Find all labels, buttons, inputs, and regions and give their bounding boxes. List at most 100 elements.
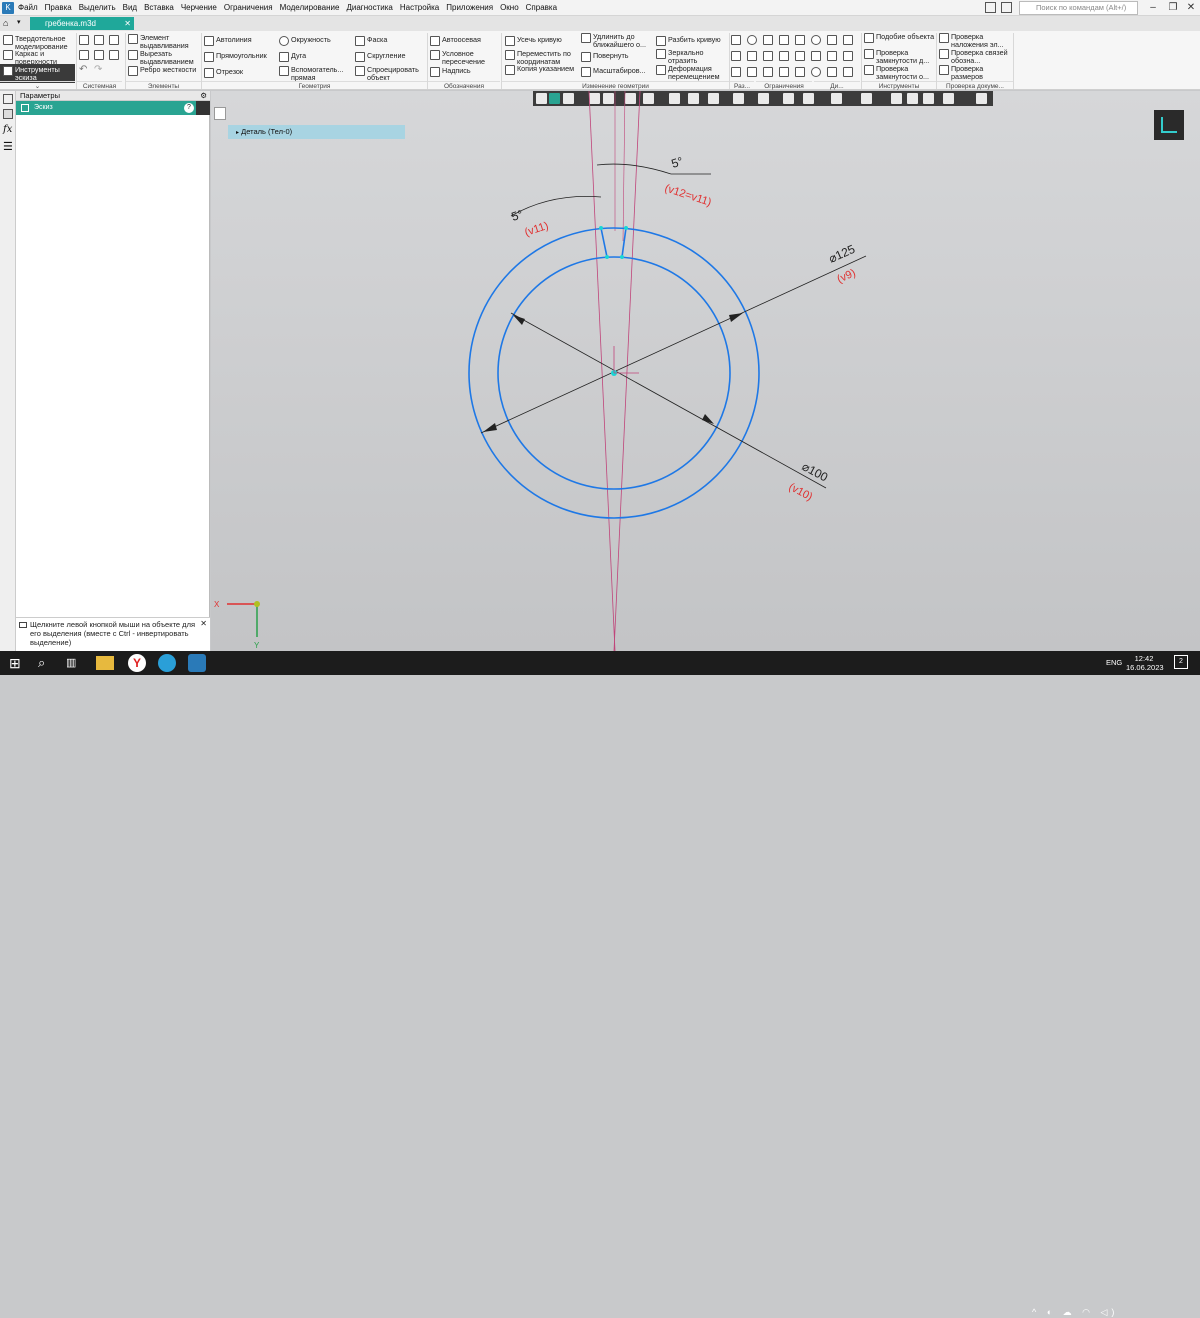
deform-button[interactable]: Деформация перемещением	[656, 65, 728, 80]
vertical-icon[interactable]	[795, 51, 805, 61]
slot-line-left[interactable]	[600, 227, 608, 258]
window-layout-icon[interactable]	[985, 2, 996, 13]
clipboard-icon[interactable]	[94, 50, 104, 60]
redo-icon[interactable]: ↷	[94, 64, 102, 75]
group-label-system[interactable]: Системная	[77, 81, 122, 90]
group-label-dim[interactable]: Раз...	[730, 81, 754, 90]
close-icon[interactable]: ✕	[1180, 0, 1200, 15]
show-constraints-icon[interactable]	[843, 67, 853, 77]
sketch-point[interactable]	[624, 226, 628, 230]
mode-solid[interactable]: Твердотельное моделирование	[3, 35, 75, 50]
construction-line-1[interactable]	[588, 91, 616, 651]
sketch-point[interactable]	[599, 226, 603, 230]
menu-diagnostics[interactable]: Диагностика	[346, 3, 392, 12]
group-label-geometry[interactable]: Геометрия	[202, 81, 427, 90]
group-label-constraints[interactable]: Ограничения	[756, 81, 812, 90]
menu-constraints[interactable]: Ограничения	[224, 3, 273, 12]
project-button[interactable]: Спроецировать объект	[355, 66, 427, 81]
check-overlap-button[interactable]: Проверка наложения эл...	[939, 33, 1013, 48]
dim-angle-left-var[interactable]: (v11)	[523, 220, 550, 239]
lock-icon[interactable]	[827, 67, 837, 77]
rectangle-button[interactable]: Прямоугольник	[204, 52, 276, 62]
scale-button[interactable]: Масштабиров...	[581, 67, 655, 77]
menu-window[interactable]: Окно	[500, 3, 519, 12]
dim-arc-top[interactable]	[596, 163, 672, 175]
parallel-icon[interactable]	[779, 35, 789, 45]
angle-icon[interactable]	[763, 67, 773, 77]
triangle-icon[interactable]	[795, 67, 805, 77]
print-icon[interactable]	[79, 50, 89, 60]
undo-icon[interactable]: ↶	[79, 64, 87, 75]
check-closure-2-button[interactable]: Проверка замкнутости о...	[864, 65, 936, 80]
sketch-point[interactable]	[605, 255, 609, 259]
collinear-icon[interactable]	[811, 51, 821, 61]
no-circle-icon[interactable]	[747, 35, 757, 45]
dim-angle-top-text[interactable]: 5°	[670, 154, 685, 171]
variables-icon[interactable]: fx	[3, 124, 12, 135]
check-links-button[interactable]: Проверка связей обозна...	[939, 49, 1013, 64]
dimension-icon[interactable]	[731, 35, 741, 45]
label-button[interactable]: Надпись	[430, 67, 500, 77]
equal-icon[interactable]	[827, 51, 837, 61]
trim-curve-button[interactable]: Усечь кривую	[505, 36, 579, 46]
dim-angle-left-text[interactable]: 5°	[510, 207, 525, 224]
search-icon[interactable]: ⌕	[38, 654, 56, 672]
menu-select[interactable]: Выделить	[79, 3, 116, 12]
language-indicator[interactable]: ENG	[1106, 658, 1122, 667]
similarity-button[interactable]: Подобие объекта	[864, 33, 936, 43]
help-icon[interactable]: ?	[184, 103, 194, 113]
aux-line-button[interactable]: Вспомогатель... прямая	[279, 66, 351, 81]
symmetry-icon[interactable]	[843, 35, 853, 45]
rotate-button[interactable]: Повернуть	[581, 52, 655, 62]
dim-d125-var[interactable]: (v9)	[835, 267, 857, 286]
menu-edit[interactable]: Правка	[45, 3, 72, 12]
menu-help[interactable]: Справка	[526, 3, 557, 12]
menu-modeling[interactable]: Моделирование	[280, 3, 340, 12]
kompas-app-icon[interactable]	[188, 654, 206, 672]
ribbon-collapse[interactable]: ⌄	[0, 81, 75, 90]
extend-button[interactable]: Удлинить до ближайшего о...	[581, 33, 655, 48]
radial-dim-icon[interactable]	[731, 51, 741, 61]
dim-d100-text[interactable]: ⌀100	[800, 459, 831, 484]
conditional-intersection-button[interactable]: Условное пересечение	[430, 50, 500, 65]
construction-line-2[interactable]	[613, 91, 641, 651]
angle-dim-icon[interactable]	[731, 67, 741, 77]
windows-start-icon[interactable]: ⊞	[9, 654, 27, 672]
hint-close-icon[interactable]: ✕	[200, 619, 207, 628]
aligned-dim-icon[interactable]	[747, 67, 757, 77]
cut-extrude-button[interactable]: Вырезать выдавливанием	[128, 50, 200, 65]
group-label-di[interactable]: Ди...	[814, 81, 860, 90]
extrude-button[interactable]: Элемент выдавливания	[128, 34, 200, 49]
arc-button[interactable]: Дуга	[279, 52, 351, 62]
menu-drawing[interactable]: Черчение	[181, 3, 217, 12]
dim-line-d125[interactable]	[480, 255, 867, 434]
construction-line-4[interactable]	[622, 91, 626, 242]
parameters-toggle-icon[interactable]	[3, 109, 13, 119]
group-label-tools[interactable]: Инструменты	[862, 81, 936, 90]
tab-close-icon[interactable]: ✕	[124, 17, 131, 30]
fillet-button[interactable]: Скругление	[355, 52, 427, 62]
app-logo-icon[interactable]: K	[2, 2, 14, 14]
perpendicular-icon[interactable]	[795, 35, 805, 45]
sketch-drawing[interactable]: 5° (v12=v11) 5° (v11) ⌀125 (v9) ⌀100 (v1…	[211, 91, 1200, 651]
slot-line-right[interactable]	[621, 227, 627, 258]
auto-axis-button[interactable]: Автоосевая	[430, 36, 500, 46]
circle-button[interactable]: Окружность	[279, 36, 351, 46]
horizontal-icon[interactable]	[763, 35, 773, 45]
notification-icon[interactable]: 2	[1174, 655, 1188, 669]
panel-sketch-row[interactable]: Эскиз ?	[16, 101, 210, 115]
tab-document[interactable]: гребенка.m3d ✕	[30, 17, 134, 30]
tray-icons[interactable]: ^ ◐ ☁ ◠ ◁)	[1032, 1307, 1118, 1318]
group-label-elements[interactable]: Элементы	[126, 81, 201, 90]
panel-side-toggle[interactable]	[196, 101, 210, 115]
autoline-button[interactable]: Автолиния	[204, 36, 276, 46]
equal-sign-icon[interactable]	[779, 67, 789, 77]
home-icon[interactable]: ⌂	[3, 18, 14, 29]
split-curve-button[interactable]: Разбить кривую	[656, 36, 728, 46]
new-file-icon[interactable]	[79, 35, 89, 45]
tangent-icon[interactable]	[811, 35, 821, 45]
midpoint-icon[interactable]	[843, 51, 853, 61]
file-explorer-icon[interactable]	[96, 656, 114, 670]
check-dimensions-button[interactable]: Проверка размеров	[939, 65, 1013, 80]
check-closure-button[interactable]: Проверка замкнутости д...	[864, 49, 936, 64]
